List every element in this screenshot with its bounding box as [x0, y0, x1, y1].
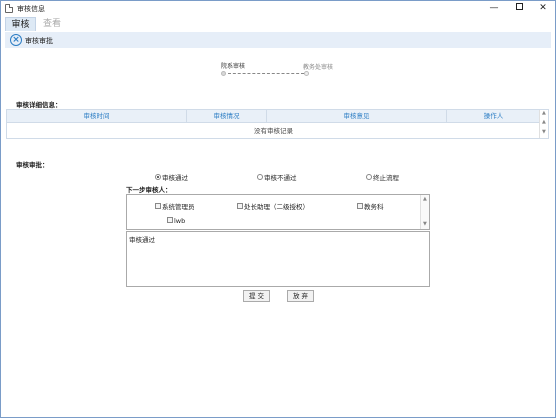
scroll-up-icon[interactable]: ▲ — [542, 110, 546, 116]
approver-checkbox[interactable]: lwb — [167, 217, 185, 225]
checkbox-icon[interactable] — [167, 217, 173, 223]
workflow-connector — [228, 73, 304, 74]
approver-checkbox[interactable]: 处长助理（二级授权） — [237, 201, 309, 211]
scroll-down-icon[interactable]: ▼ — [542, 129, 546, 135]
approver-checkbox[interactable]: 系统管理员 — [155, 201, 195, 211]
radio-icon[interactable] — [366, 174, 372, 180]
column-header[interactable]: 审核意见 — [267, 110, 447, 123]
tab-view[interactable]: 查看 — [38, 17, 66, 31]
comment-textarea[interactable]: 审核通过 — [126, 231, 430, 287]
radio-reject[interactable]: 审核不通过 — [257, 172, 297, 182]
approver-list: 系统管理员 处长助理（二级授权） 教务科 lwb ▲ ▼ — [126, 194, 430, 230]
checkbox-icon[interactable] — [237, 203, 243, 209]
panel-header: × 审核审批 — [5, 32, 551, 48]
table-scrollbar[interactable]: ▲ ▲ ▼ — [539, 110, 548, 138]
radio-approve[interactable]: 审核通过 — [155, 172, 188, 182]
column-header[interactable]: 操作人 — [447, 110, 540, 123]
workflow-step-dot — [304, 71, 309, 76]
radio-icon[interactable] — [257, 174, 263, 180]
cancel-button[interactable]: 放 弃 — [287, 290, 314, 302]
detail-section-title: 审核详细信息： — [16, 101, 62, 109]
document-icon — [5, 4, 13, 13]
close-circle-icon[interactable]: × — [10, 34, 22, 46]
empty-message: 没有审核记录 — [254, 127, 293, 135]
panel-title: 审核审批 — [25, 37, 53, 45]
approval-options: 审核通过 审核不通过 终止流程 — [0, 172, 556, 182]
submit-button[interactable]: 提 交 — [243, 290, 270, 302]
workflow-step-label: 教务处审核 — [303, 64, 334, 71]
window-title: 审核信息 — [17, 5, 45, 13]
approver-checkbox[interactable]: 教务科 — [357, 201, 384, 211]
title-bar: 审核信息 — ✕ — [1, 1, 555, 16]
tab-review[interactable]: 审核 — [5, 17, 36, 31]
column-header[interactable]: 审核时间 — [7, 110, 187, 123]
checkbox-icon[interactable] — [357, 203, 363, 209]
scroll-up-icon[interactable]: ▲ — [542, 119, 546, 125]
minimize-button[interactable]: — — [483, 1, 505, 16]
maximize-icon — [515, 3, 523, 10]
column-header[interactable]: 审核情况 — [187, 110, 267, 123]
maximize-button[interactable] — [508, 1, 530, 16]
next-approver-label: 下一步审核人： — [126, 186, 172, 194]
scroll-up-icon[interactable]: ▲ — [423, 196, 427, 202]
workflow-step-dot — [221, 71, 226, 76]
table-header: 审核时间 审核情况 审核意见 操作人 — [7, 110, 540, 123]
radio-terminate[interactable]: 终止流程 — [366, 172, 399, 182]
approval-section-title: 审核审批： — [16, 161, 49, 169]
approver-scrollbar[interactable]: ▲ ▼ — [420, 195, 429, 229]
radio-selected-icon[interactable] — [155, 174, 161, 180]
checkbox-icon[interactable] — [155, 203, 161, 209]
review-history-table: 审核时间 审核情况 审核意见 操作人 没有审核记录 ▲ ▲ ▼ — [6, 109, 549, 139]
scroll-down-icon[interactable]: ▼ — [423, 221, 427, 227]
close-window-button[interactable]: ✕ — [532, 1, 554, 16]
workflow-step-label: 院系审核 — [221, 63, 246, 70]
